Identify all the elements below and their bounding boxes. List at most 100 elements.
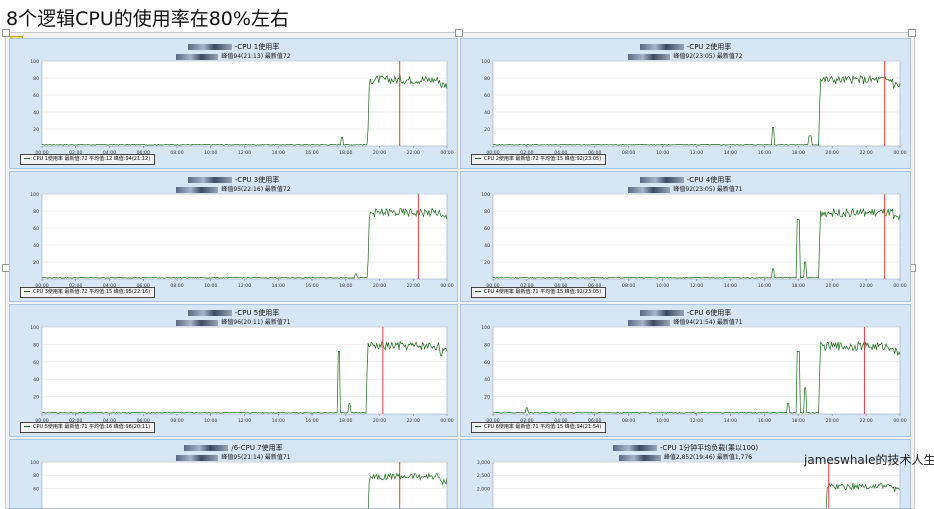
chart-legend: CPU 3使用率 最新值:72 平均值:15 峰值:95(22:16) — [20, 287, 156, 298]
chart-panel[interactable]: 1008060402000:0002:0004:0006:0008:0010:0… — [9, 38, 458, 169]
redacted-host-mask — [187, 44, 232, 50]
x-tick-label: 10:00 — [204, 418, 217, 424]
legend-swatch — [24, 426, 30, 427]
chart-title-text: /6-CPU 7使用率 — [231, 444, 283, 452]
resize-handle-top-middle[interactable] — [455, 29, 463, 37]
y-tick-label: 40 — [484, 110, 490, 116]
x-tick-label: 18:00 — [339, 150, 352, 156]
plot-area — [41, 461, 448, 508]
x-tick-label: 22:00 — [859, 418, 872, 424]
x-tick-label: 12:00 — [690, 283, 703, 289]
x-tick-label: 20:00 — [826, 418, 839, 424]
chart-panel[interactable]: 1008060402000:0002:0004:0006:0008:0010:0… — [460, 171, 911, 302]
x-tick-label: 12:00 — [690, 150, 703, 156]
x-tick-label: 16:00 — [758, 150, 771, 156]
resize-handle-top-left[interactable] — [2, 29, 10, 37]
y-tick-label: 40 — [484, 243, 490, 249]
resize-handle-top-right[interactable] — [908, 29, 916, 37]
y-tick-label: 80 — [484, 209, 490, 215]
x-tick-label: 08:00 — [622, 418, 635, 424]
x-tick-label: 14:00 — [272, 418, 285, 424]
redacted-host-mask — [176, 454, 219, 461]
x-tick-label: 14:00 — [724, 150, 737, 156]
x-tick-label: 16:00 — [305, 283, 318, 289]
y-tick-label: 60 — [33, 486, 39, 492]
page-title: 8个逻辑CPU的使用率在80%左右 — [6, 8, 289, 30]
legend-text: CPU 1使用率 最新值:72 平均值:12 峰值:94(21:12) — [33, 156, 151, 162]
chart-subtitle-text: 峰值94(21:54) 最新值71 — [673, 319, 743, 326]
chart-title-text: -CPU 4使用率 — [686, 176, 732, 184]
x-tick-label: 22:00 — [859, 150, 872, 156]
legend-swatch — [24, 158, 30, 159]
legend-text: CPU 4使用率 最新值:71 平均值:15 峰值:92(23:05) — [484, 289, 602, 295]
y-tick-label: 80 — [33, 473, 39, 479]
chart-subtitle-text: 峰值95(22:16) 最新值72 — [221, 186, 291, 193]
y-tick-label: 2,500 — [477, 473, 490, 479]
x-tick-label: 14:00 — [272, 283, 285, 289]
x-tick-label: 22:00 — [407, 150, 420, 156]
y-tick-label: 20 — [484, 395, 490, 401]
chart-title-text: -CPU 1使用率 — [234, 43, 280, 51]
x-tick-label: 08:00 — [170, 150, 183, 156]
chart-subtitle: 峰值96(20:11) 最新值71 — [10, 317, 457, 326]
x-tick-label: 00:00 — [440, 283, 453, 289]
x-tick-label: 10:00 — [656, 418, 669, 424]
x-tick-label: 18:00 — [339, 283, 352, 289]
x-tick-label: 08:00 — [170, 418, 183, 424]
chart-panel[interactable]: 1008060402000:0002:0004:0006:0008:0010:0… — [9, 304, 458, 437]
chart-legend: CPU 2使用率 最新值:72 平均值:15 峰值:92(23:05) — [471, 154, 607, 165]
chart-panel[interactable]: 1008060402000:0002:0004:0006:0008:0010:0… — [460, 38, 911, 169]
chart-subtitle-text: 峰值92(23:05) 最新值71 — [673, 186, 743, 193]
y-tick-label: 40 — [33, 110, 39, 116]
legend-text: CPU 6使用率 最新值:71 平均值:15 峰值:94(21:54) — [484, 424, 602, 430]
y-tick-label: 80 — [484, 76, 490, 82]
x-tick-label: 16:00 — [305, 418, 318, 424]
redacted-host-mask — [639, 310, 684, 316]
x-tick-label: 20:00 — [826, 150, 839, 156]
chart-legend: CPU 1使用率 最新值:72 平均值:12 峰值:94(21:12) — [20, 154, 156, 165]
chart-panel[interactable]: 3,000 2,500 2,000 -CPU 1分钟平均负载(乘以100) 峰值2,85… — [460, 439, 911, 509]
redacted-host-mask — [187, 310, 232, 316]
x-tick-label: 18:00 — [792, 150, 805, 156]
x-tick-label: 00:00 — [893, 283, 906, 289]
chart-title-text: -CPU 6使用率 — [686, 309, 732, 317]
x-tick-label: 00:00 — [893, 150, 906, 156]
x-tick-label: 08:00 — [622, 150, 635, 156]
x-tick-label: 08:00 — [622, 283, 635, 289]
y-tick-label: 20 — [484, 127, 490, 133]
x-tick-label: 16:00 — [305, 150, 318, 156]
chart-legend: CPU 4使用率 最新值:71 平均值:15 峰值:92(23:05) — [471, 287, 607, 298]
y-tick-label: 60 — [33, 93, 39, 99]
redacted-host-mask — [184, 445, 229, 451]
plot-area — [492, 193, 901, 280]
chart-panel[interactable]: 1008060402000:0002:0004:0006:0008:0010:0… — [460, 304, 911, 437]
y-tick-label: 60 — [484, 360, 490, 366]
x-tick-label: 22:00 — [407, 418, 420, 424]
x-tick-label: 14:00 — [724, 418, 737, 424]
chart-panel[interactable]: 1008060402000:0002:0004:0006:0008:0010:0… — [9, 171, 458, 302]
chart-subtitle-text: 峰值94(21:13) 最新值72 — [221, 53, 291, 60]
y-tick-label: 60 — [33, 360, 39, 366]
x-tick-label: 22:00 — [407, 283, 420, 289]
y-tick-label: 80 — [33, 209, 39, 215]
redacted-host-mask — [187, 177, 232, 183]
redacted-host-mask — [176, 186, 219, 193]
x-tick-label: 10:00 — [204, 283, 217, 289]
y-tick-label: 80 — [33, 342, 39, 348]
y-tick-label: 60 — [484, 93, 490, 99]
x-tick-label: 12:00 — [690, 418, 703, 424]
redacted-host-mask — [176, 319, 219, 326]
legend-text: CPU 5使用率 最新值:71 平均值:16 峰值:96(20:11) — [33, 424, 151, 430]
redacted-host-mask — [612, 445, 657, 451]
x-tick-label: 16:00 — [758, 283, 771, 289]
plot-area — [41, 326, 448, 415]
y-tick-label: 40 — [33, 377, 39, 383]
chart-panel[interactable]: 100 80 60/6-CPU 7使用率 峰值95(21:14) 最新值71 — [9, 439, 458, 509]
x-tick-label: 20:00 — [826, 283, 839, 289]
x-tick-label: 00:00 — [440, 418, 453, 424]
x-tick-label: 14:00 — [724, 283, 737, 289]
redacted-host-mask — [176, 53, 219, 60]
x-tick-label: 14:00 — [272, 150, 285, 156]
x-tick-label: 22:00 — [859, 283, 872, 289]
y-tick-label: 20 — [33, 127, 39, 133]
